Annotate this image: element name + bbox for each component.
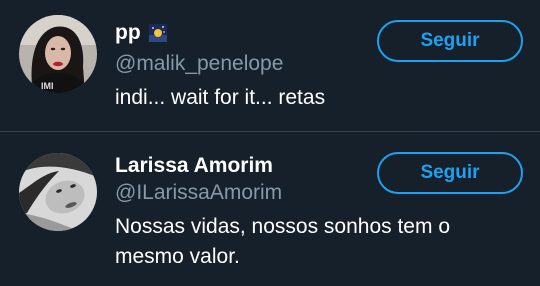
follow-button[interactable]: Seguir: [377, 152, 523, 194]
user-list: IMI pp @malik_penelope indi... wait for …: [0, 0, 540, 286]
name-row: Larissa Amorim: [115, 154, 273, 178]
display-name[interactable]: Larissa Amorim: [115, 154, 273, 178]
bio: indi... wait for it... retas: [115, 86, 326, 109]
avatar-image: IMI: [19, 15, 97, 93]
name-row: pp: [115, 21, 167, 45]
night-sky-emoji-icon: [148, 24, 167, 42]
handle[interactable]: @ILarissaAmorim: [115, 181, 282, 205]
svg-text:IMI: IMI: [41, 81, 54, 91]
handle[interactable]: @malik_penelope: [115, 52, 283, 76]
avatar-image: [19, 153, 97, 231]
bio: Nossas vidas, nossos sonhos tem o mesmo …: [115, 215, 450, 268]
follow-button[interactable]: Seguir: [377, 20, 523, 62]
avatar[interactable]: [19, 153, 97, 231]
display-name[interactable]: pp: [115, 21, 141, 45]
user-card[interactable]: IMI pp @malik_penelope indi... wait for …: [0, 0, 540, 131]
user-card[interactable]: Larissa Amorim @ILarissaAmorim Nossas vi…: [0, 132, 540, 286]
avatar[interactable]: IMI: [19, 15, 97, 93]
